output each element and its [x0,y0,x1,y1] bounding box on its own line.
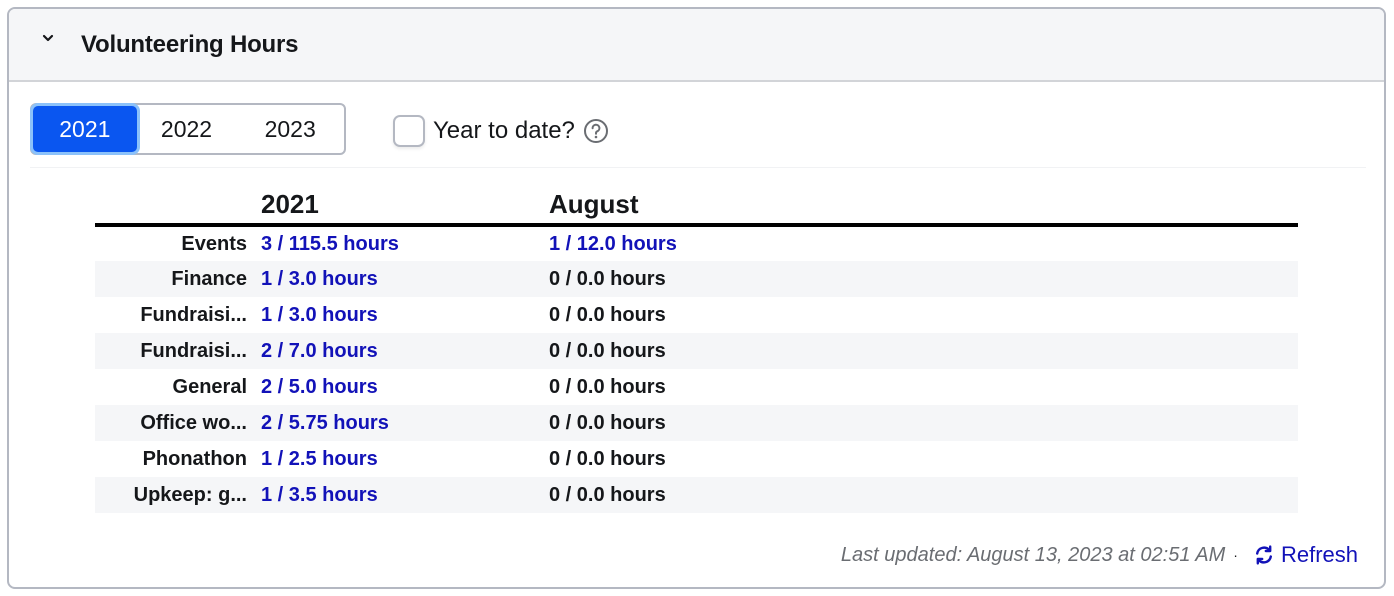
header-month: August [549,189,1298,227]
row-label: Fundraisi... [95,333,261,369]
year-to-date-toggle: Year to date? [393,115,609,147]
year-hours-link[interactable]: 2 / 5.75 hours [261,412,389,434]
row-label: General [172,375,247,398]
refresh-label[interactable]: Refresh [1281,542,1358,568]
table-row: Events 3 / 115.5 hours 1 / 12.0 hours [95,225,1298,261]
month-hours-link[interactable]: 1 / 12.0 hours [549,233,677,255]
year-hours-link[interactable]: 3 / 115.5 hours [261,233,399,255]
table-row: Phonathon 1 / 2.5 hours 0 / 0.0 hours [95,441,1298,477]
month-hours-value: 0 / 0.0 hours [549,339,666,362]
year-to-date-label[interactable]: Year to date? [433,117,575,145]
year-selector: 2021 2022 2023 [30,103,346,155]
table-row: Finance 1 / 3.0 hours 0 / 0.0 hours [95,261,1298,297]
row-label: Office wo... [95,405,261,441]
month-hours-value: 0 / 0.0 hours [549,303,666,326]
header-year: 2021 [261,189,549,227]
year-hours-link[interactable]: 2 / 5.0 hours [261,376,378,398]
card-header[interactable]: Volunteering Hours [9,9,1384,82]
refresh-button[interactable]: Refresh [1252,542,1358,568]
section-divider [30,167,1366,168]
question-circle-icon[interactable] [583,118,609,144]
separator-dot: · [1233,547,1238,563]
month-hours-value: 0 / 0.0 hours [549,411,666,434]
year-hours-link[interactable]: 1 / 3.0 hours [261,268,378,290]
card-title: Volunteering Hours [81,31,299,58]
table-row: Fundraisi... 2 / 7.0 hours 0 / 0.0 hours [95,333,1298,369]
table-row: Office wo... 2 / 5.75 hours 0 / 0.0 hour… [95,405,1298,441]
header-category [95,189,261,227]
table-row: Upkeep: g... 1 / 3.5 hours 0 / 0.0 hours [95,477,1298,513]
year-button-2022[interactable]: 2022 [137,105,237,153]
controls-bar: 2021 2022 2023 Year to date? [9,84,1384,169]
refresh-icon [1255,545,1272,565]
table-row: General 2 / 5.0 hours 0 / 0.0 hours [95,369,1298,405]
year-hours-link[interactable]: 1 / 2.5 hours [261,448,378,470]
table-header-row: 2021 August [95,189,1298,227]
row-label: Fundraisi... [140,303,247,326]
year-button-2023[interactable]: 2023 [236,105,344,153]
volunteering-hours-card: Volunteering Hours 2021 2022 2023 Year t… [7,7,1386,589]
row-label: Upkeep: g... [95,477,261,513]
year-hours-link[interactable]: 1 / 3.5 hours [261,484,378,506]
row-label: Phonathon [142,447,247,470]
month-hours-value: 0 / 0.0 hours [549,483,666,506]
year-to-date-checkbox[interactable] [393,115,425,147]
month-hours-value: 0 / 0.0 hours [549,447,666,470]
month-hours-value: 0 / 0.0 hours [549,375,666,398]
year-button-2021[interactable]: 2021 [33,106,137,152]
chevron-down-icon[interactable] [41,31,55,45]
table-row: Fundraisi... 1 / 3.0 hours 0 / 0.0 hours [95,297,1298,333]
year-hours-link[interactable]: 2 / 7.0 hours [261,340,378,362]
hours-table: 2021 August Events 3 / 115.5 hours 1 / 1… [95,189,1298,513]
last-updated-text: Last updated: August 13, 2023 at 02:51 A… [840,543,1226,566]
row-label: Events [181,232,247,255]
row-label: Finance [95,261,261,297]
card-footer: Last updated: August 13, 2023 at 02:51 A… [841,540,1358,570]
month-hours-value: 0 / 0.0 hours [549,267,666,290]
year-hours-link[interactable]: 1 / 3.0 hours [261,304,378,326]
